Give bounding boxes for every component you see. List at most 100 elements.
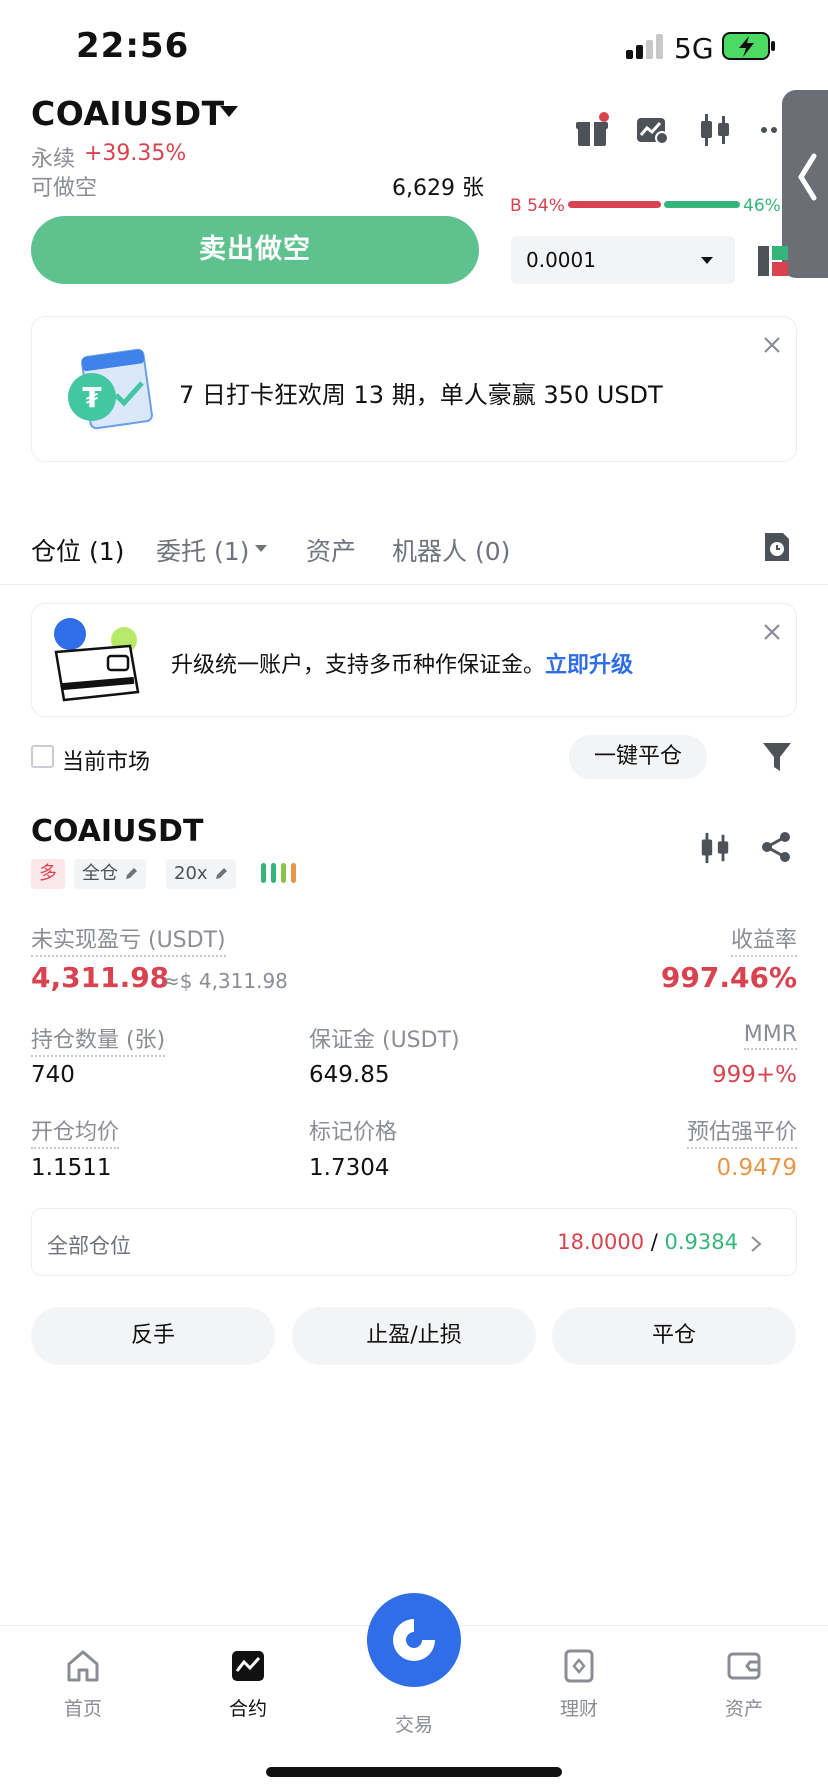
liq-price-value: 0.9479 (716, 1155, 797, 1181)
precision-select[interactable]: 0.0001 (511, 236, 735, 284)
nav-assets-label: 资产 (724, 1698, 763, 1720)
mmr-label[interactable]: MMR (743, 1022, 797, 1050)
chevron-right-icon (751, 1236, 762, 1252)
nav-trade-label: 交易 (394, 1714, 433, 1736)
side-panel-tab[interactable] (782, 90, 828, 278)
upgrade-now-link[interactable]: 立即升级 (545, 653, 633, 678)
available-short-value: 6,629 张 (392, 176, 484, 201)
tab-positions[interactable]: 仓位 (1) (31, 532, 124, 568)
mark-price-label: 标记价格 (309, 1120, 398, 1145)
nav-futures[interactable]: 合约 (198, 1648, 298, 1721)
close-position-button[interactable]: 平仓 (552, 1307, 796, 1365)
long-tag: 多 (31, 859, 65, 889)
unrealized-pnl-value: 4,311.98 (31, 961, 170, 994)
wallet-icon (727, 1652, 761, 1680)
close-icon[interactable] (762, 622, 782, 642)
price-alert-icon[interactable] (634, 112, 670, 148)
position-symbol[interactable]: COAIUSDT (31, 814, 203, 849)
size-value: 740 (31, 1062, 75, 1088)
orderbook-layout-icon[interactable] (758, 246, 788, 276)
leverage-tag[interactable]: 20x (166, 859, 236, 889)
network-type: 5G (674, 32, 714, 65)
candlestick-icon[interactable] (698, 831, 732, 865)
tab-bots[interactable]: 机器人 (0) (392, 532, 510, 568)
trade-logo-icon (393, 1619, 435, 1661)
price-change: +39.35% (84, 141, 187, 166)
divider (0, 584, 828, 585)
all-positions-row[interactable]: 全部仓位 18.0000 / 0.9384 (31, 1208, 797, 1276)
candlestick-icon[interactable] (697, 112, 733, 148)
pair-title[interactable]: COAIUSDT (31, 94, 225, 133)
all-positions-separator: / (650, 1230, 658, 1254)
size-label[interactable]: 持仓数量 (张) (31, 1022, 166, 1057)
nav-earn-label: 理财 (559, 1698, 598, 1720)
unrealized-pnl-usd: ≈$ 4,311.98 (163, 969, 288, 993)
nav-trade[interactable]: 交易 (364, 1700, 464, 1737)
nav-assets[interactable]: 资产 (694, 1648, 794, 1721)
status-time: 22:56 (76, 26, 190, 66)
mark-price-value: 1.7304 (309, 1155, 390, 1181)
signal-icon (626, 34, 666, 60)
promo-text: 7 日打卡狂欢周 13 期，单人豪赢 350 USDT (179, 381, 663, 409)
unrealized-pnl-label[interactable]: 未实现盈亏 (USDT) (31, 922, 226, 957)
margin-label: 保证金 (USDT) (309, 1028, 460, 1053)
share-icon[interactable] (760, 831, 792, 863)
nav-home[interactable]: 首页 (33, 1648, 133, 1721)
futures-icon (232, 1651, 264, 1681)
buy-ratio: B 54% (510, 196, 565, 216)
buy-ratio-bar (568, 201, 661, 208)
entry-price-label[interactable]: 开仓均价 (31, 1114, 120, 1149)
roe-value: 997.46% (660, 961, 797, 994)
nav-earn[interactable]: 理财 (529, 1648, 629, 1721)
mmr-value: 999+% (711, 1062, 797, 1088)
battery-icon (722, 32, 776, 64)
filter-icon[interactable] (762, 741, 792, 773)
trade-button[interactable] (367, 1593, 461, 1687)
roe-label[interactable]: 收益率 (730, 922, 797, 957)
current-market-checkbox[interactable] (31, 745, 54, 768)
all-positions-green-value: 0.9384 (664, 1230, 738, 1254)
available-short-label: 可做空 (31, 176, 98, 201)
more-icon[interactable] (760, 112, 784, 148)
upgrade-text: 升级统一账户，支持多币种作保证金。立即升级 (171, 647, 633, 679)
nav-futures-label: 合约 (228, 1698, 267, 1720)
all-positions-label: 全部仓位 (47, 1234, 131, 1258)
all-positions-red-value: 18.0000 (557, 1230, 645, 1254)
calendar-tether-icon: ₮ (58, 341, 158, 441)
chevron-down-icon[interactable] (255, 545, 267, 552)
sell-ratio-bar (664, 201, 740, 208)
all-positions-values: 18.0000 / 0.9384 (557, 1230, 738, 1254)
upgrade-banner[interactable]: 升级统一账户，支持多币种作保证金。立即升级 (31, 603, 797, 717)
wallet-icon (46, 616, 156, 708)
leverage-label: 20x (174, 863, 208, 884)
edit-icon (215, 868, 227, 879)
tab-assets[interactable]: 资产 (306, 532, 356, 568)
current-market-label: 当前市场 (62, 750, 151, 775)
home-indicator (266, 1767, 562, 1777)
tp-sl-button[interactable]: 止盈/止损 (292, 1307, 536, 1365)
svg-text:₮: ₮ (82, 381, 102, 414)
chevron-down-icon (701, 257, 713, 264)
sell-ratio: 46% (743, 196, 781, 216)
liq-price-label[interactable]: 预估强平价 (686, 1114, 797, 1149)
upgrade-message: 升级统一账户，支持多币种作保证金。 (171, 653, 546, 678)
entry-price-value: 1.1511 (31, 1155, 112, 1181)
perpetual-label: 永续 (31, 147, 76, 172)
close-icon[interactable] (762, 335, 782, 355)
close-all-button[interactable]: 一键平仓 (569, 735, 707, 779)
earn-icon (564, 1649, 594, 1683)
margin-value: 649.85 (309, 1062, 390, 1088)
home-icon (67, 1650, 99, 1682)
gift-icon[interactable] (574, 112, 610, 148)
reverse-button[interactable]: 反手 (31, 1307, 275, 1365)
edit-icon (126, 868, 137, 879)
nav-home-label: 首页 (63, 1698, 102, 1720)
margin-mode-label: 全仓 (82, 863, 118, 884)
promo-banner[interactable]: ₮ 7 日打卡狂欢周 13 期，单人豪赢 350 USDT (31, 316, 797, 462)
sell-short-button[interactable]: 卖出做空 (31, 216, 479, 284)
tab-orders[interactable]: 委托 (1) (156, 532, 249, 568)
pair-dropdown-icon[interactable] (220, 106, 238, 117)
margin-mode-tag[interactable]: 全仓 (74, 859, 146, 889)
history-icon[interactable] (763, 531, 791, 563)
precision-value: 0.0001 (526, 248, 596, 272)
